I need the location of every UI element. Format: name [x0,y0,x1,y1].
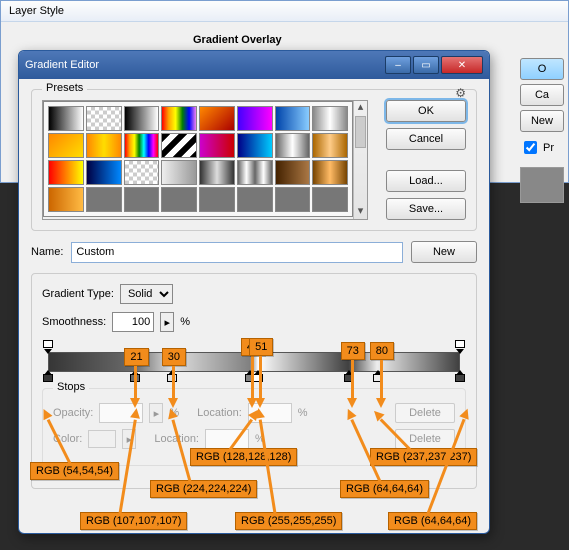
opacity-label: Opacity: [53,407,93,419]
preset-swatch[interactable] [161,133,197,158]
opacity-location-label: Location: [197,407,242,419]
opacity-delete-button[interactable]: Delete [395,403,455,423]
ok-button[interactable]: OK [386,100,466,122]
smoothness-input[interactable] [112,312,154,332]
annotation-tag: RGB (128,128,128) [190,448,297,466]
preview-checkbox[interactable]: Pr [520,138,564,157]
preset-swatch[interactable] [124,106,160,131]
preset-swatch[interactable] [86,187,122,212]
preset-swatch[interactable] [48,106,84,131]
preset-swatch[interactable] [161,106,197,131]
preset-swatch[interactable] [199,187,235,212]
gradient-type-label: Gradient Type: [42,288,114,300]
preset-swatch[interactable] [312,187,348,212]
preset-swatch[interactable] [124,160,160,185]
annotation-tag: 30 [162,348,186,366]
close-button[interactable]: ✕ [441,56,483,74]
maximize-button[interactable]: ▭ [413,56,439,74]
gradient-overlay-heading: Gradient Overlay [189,34,286,46]
load-button[interactable]: Load... [386,170,466,192]
presets-gear-icon[interactable]: ⚙ [455,86,466,100]
preset-swatch[interactable] [124,133,160,158]
stops-label: Stops [53,381,89,393]
preset-swatch[interactable] [312,133,348,158]
color-stop[interactable] [455,374,465,384]
preset-swatch[interactable] [275,133,311,158]
preview-label: Pr [543,142,554,154]
opacity-location-unit: % [298,407,308,419]
preset-swatch[interactable] [86,133,122,158]
annotation-tag: 73 [341,342,365,360]
presets-grid[interactable] [43,101,353,217]
layer-style-title: Layer Style [1,1,568,22]
smoothness-label: Smoothness: [42,316,106,328]
preset-swatch[interactable] [86,160,122,185]
annotation-tag: RGB (54,54,54) [30,462,119,480]
annotation-tag: RGB (224,224,224) [150,480,257,498]
preset-swatch[interactable] [199,160,235,185]
preset-swatch[interactable] [312,106,348,131]
preset-swatch[interactable] [199,133,235,158]
presets-scrollbar[interactable]: ▴ ▾ [353,101,367,219]
preset-swatch[interactable] [161,187,197,212]
preset-swatch[interactable] [237,133,273,158]
preset-swatch[interactable] [124,187,160,212]
preset-swatch[interactable] [275,160,311,185]
preset-swatch[interactable] [237,187,273,212]
preset-swatch[interactable] [48,187,84,212]
smoothness-unit: % [180,316,190,328]
annotation-tag: RGB (255,255,255) [235,512,342,530]
scroll-thumb[interactable] [355,116,366,148]
scroll-down-icon[interactable]: ▾ [354,205,367,219]
gradient-editor-titlebar[interactable]: Gradient Editor – ▭ ✕ [19,51,489,79]
save-button[interactable]: Save... [386,198,466,220]
preset-swatch[interactable] [275,106,311,131]
gradient-type-select[interactable]: Solid [120,284,173,304]
presets-label: Presets [42,82,87,94]
gradient-editor-title: Gradient Editor [25,59,383,71]
preset-swatch[interactable] [275,187,311,212]
annotation-tag: RGB (64,64,64) [388,512,477,530]
ls-cancel-button[interactable]: Ca [520,84,564,106]
opacity-flyout-icon[interactable]: ▸ [149,403,163,423]
new-button[interactable]: New [411,241,477,263]
preset-swatch[interactable] [48,160,84,185]
color-stop[interactable] [43,374,53,384]
annotation-tag: 21 [124,348,148,366]
cancel-button[interactable]: Cancel [386,128,466,150]
annotation-tag: 51 [249,338,273,356]
preset-swatch[interactable] [237,160,273,185]
opacity-stop[interactable] [455,340,465,350]
ls-new-style-button[interactable]: New [520,110,564,132]
annotation-tag: RGB (237,237,237) [370,448,477,466]
preset-swatch[interactable] [237,106,273,131]
color-swatch[interactable] [88,430,116,448]
annotation-tag: RGB (107,107,107) [80,512,187,530]
preview-checkbox-input[interactable] [524,141,537,154]
preset-swatch[interactable] [86,106,122,131]
annotation-tag: 80 [370,342,394,360]
opacity-stop[interactable] [43,340,53,350]
annotation-tag: RGB (64,64,64) [340,480,429,498]
preset-swatch[interactable] [48,133,84,158]
preset-swatch[interactable] [161,160,197,185]
preview-swatch [520,167,564,203]
preset-swatch[interactable] [312,160,348,185]
scroll-up-icon[interactable]: ▴ [354,101,367,115]
ls-ok-button[interactable]: O [520,58,564,80]
minimize-button[interactable]: – [385,56,411,74]
smoothness-flyout-icon[interactable]: ▸ [160,312,174,332]
preset-swatch[interactable] [199,106,235,131]
name-input[interactable] [71,242,403,263]
name-label: Name: [31,246,63,258]
